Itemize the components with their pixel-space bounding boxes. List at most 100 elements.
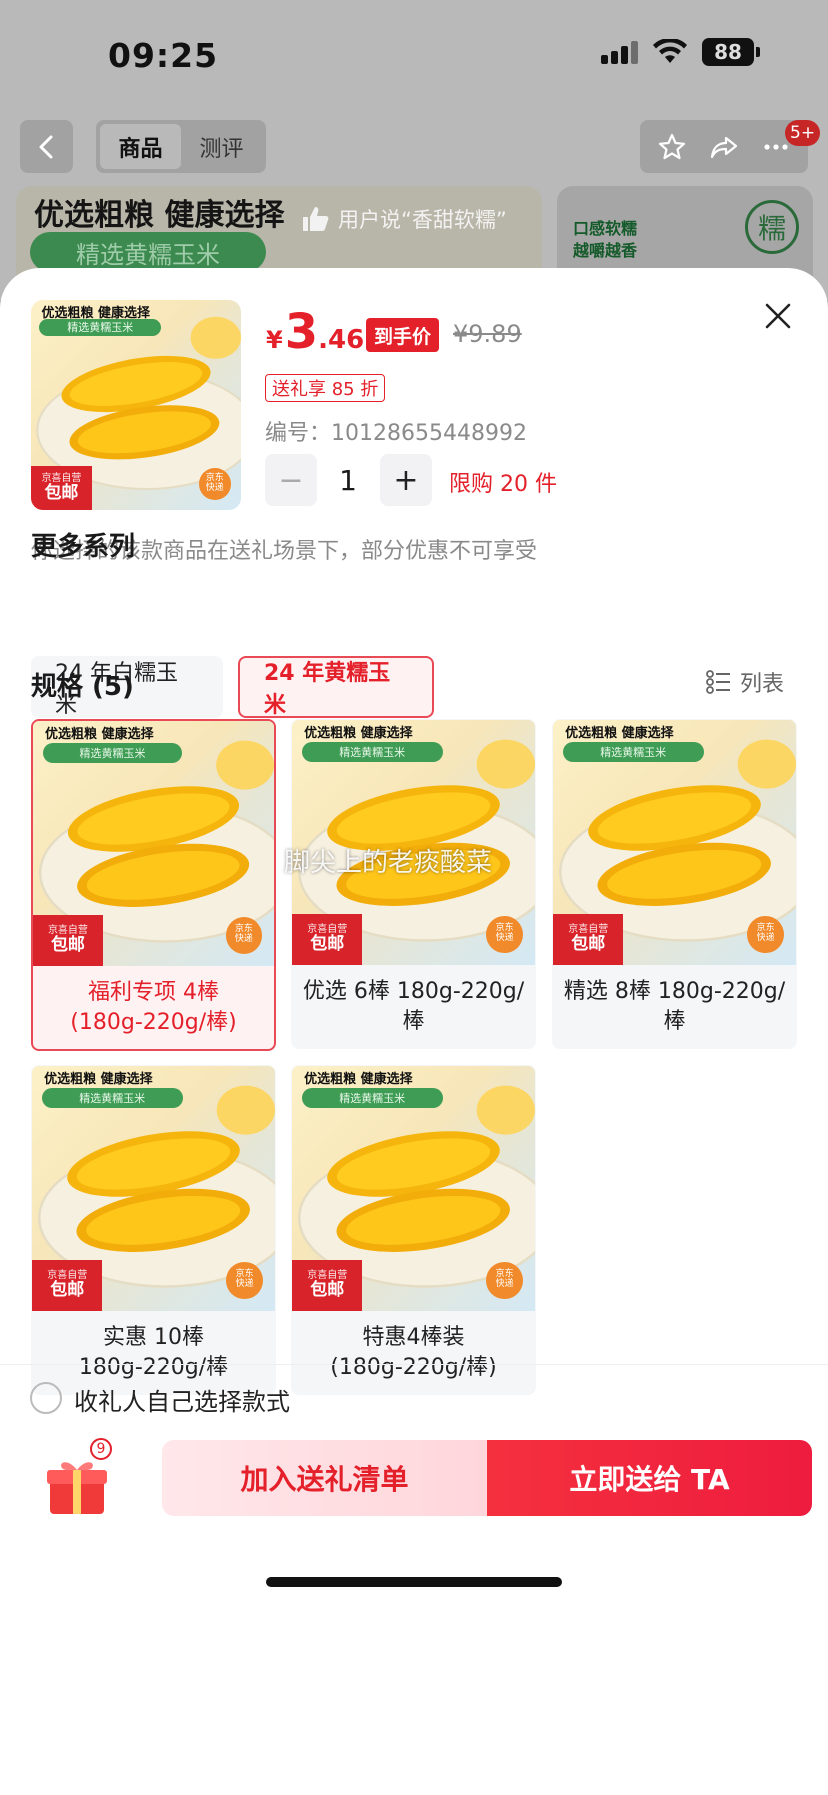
home-indicator <box>266 1577 562 1587</box>
spec-label: 优选 6棒 180g-220g/ 棒 <box>302 978 525 1034</box>
banner-right-text: 口感软糯 越嚼越香 <box>573 218 637 262</box>
quantity-value[interactable]: 1 <box>320 454 376 506</box>
nav-actions <box>640 120 808 173</box>
banner-subtitle: 精选黄糯玉米 <box>30 232 266 272</box>
corn-product-image: 优选粗粮 健康选择 精选黄糯玉米 京喜自营 包邮 京东 快递 <box>292 1066 535 1311</box>
list-view-label: 列表 <box>740 672 785 697</box>
product-image-text: 包邮 <box>310 1280 345 1301</box>
spec-card[interactable]: 优选粗粮 健康选择 精选黄糯玉米 京喜自营 包邮 京东 快递 福利专项 4棒 (1… <box>31 719 276 1051</box>
add-to-gift-list-button[interactable]: 加入送礼清单 <box>162 1440 487 1516</box>
nav-tabs: 商品 测评 <box>96 120 266 173</box>
thumbs-up-icon <box>303 207 329 231</box>
sku-bottom-sheet: 优选粗粮 健康选择 精选黄糯玉米 京喜自营 包邮 京东 快递 ¥ 3 .46 到手… <box>0 268 828 1795</box>
product-image-text: 精选黄糯玉米 <box>42 743 183 763</box>
product-image-text: 优选粗粮 健康选择 <box>44 1072 153 1088</box>
product-image-text: 优选粗粮 健康选择 <box>304 1072 413 1088</box>
send-gift-button[interactable]: 立即送给 TA <box>487 1440 812 1516</box>
product-image-text: 精选黄糯玉米 <box>301 742 443 762</box>
wifi-icon <box>653 39 687 63</box>
spec-card[interactable]: 优选粗粮 健康选择 精选黄糯玉米 京喜自营 包邮 京东 快递 精选 8棒 180g… <box>552 719 797 1049</box>
signal-icon <box>601 40 638 64</box>
product-image-text: 优选粗粮 健康选择 <box>565 726 674 742</box>
product-image-text: 京喜自营 <box>568 924 609 936</box>
series-title: 更多系列 <box>31 532 136 562</box>
spec-image: 优选粗粮 健康选择 精选黄糯玉米 京喜自营 包邮 京东 快递 <box>33 721 274 966</box>
product-image-text: 京东 快递 <box>226 1262 263 1299</box>
product-image-text: 京喜自营 <box>47 1270 88 1282</box>
price-decimal: .46 <box>318 325 365 355</box>
receiver-choose-label[interactable]: 收礼人自己选择款式 <box>74 1382 290 1417</box>
spec-card[interactable]: 优选粗粮 健康选择 精选黄糯玉米 京喜自营 包邮 京东 快递 特惠4棒装 (180… <box>291 1065 536 1395</box>
corn-product-image: 优选粗粮 健康选择 精选黄糯玉米 京喜自营 包邮 京东 快递 <box>553 720 796 965</box>
spec-card[interactable]: 优选粗粮 健康选择 精选黄糯玉米 京喜自营 包邮 京东 快递 优选 6棒 180g… <box>291 719 536 1049</box>
quantity-increase-button[interactable]: + <box>380 454 432 506</box>
final-price-tag: 到手价 <box>366 318 440 352</box>
price-integer: 3 <box>284 304 319 360</box>
banner-logo: 糯 <box>745 200 799 254</box>
gift-discount-tag: 送礼享 85 折 <box>265 374 386 402</box>
product-image-text: 京东 快递 <box>225 917 262 954</box>
product-image-text: 京东 快递 <box>199 468 231 500</box>
spec-image: 优选粗粮 健康选择 精选黄糯玉米 京喜自营 包邮 京东 快递 <box>292 1066 535 1311</box>
spec-label: 福利专项 4棒 (180g-220g/棒) <box>70 979 237 1035</box>
product-image-text: 精选黄糯玉米 <box>41 1088 183 1108</box>
chevron-left-icon <box>39 135 52 158</box>
status-icons: 88 <box>601 38 760 66</box>
close-icon <box>765 303 791 329</box>
product-image-text: 京喜自营 <box>41 473 82 485</box>
spec-label: 精选 8棒 180g-220g/ 棒 <box>563 978 786 1034</box>
original-price: ¥9.89 <box>453 320 522 348</box>
watermark-text: 脚尖上的老痰酸菜 <box>284 848 493 878</box>
product-image-text: 优选粗粮 健康选择 <box>304 726 413 742</box>
status-bar: 09:25 88 <box>0 0 828 110</box>
spec-title: 规格 (5) <box>31 672 134 702</box>
corn-product-image: 优选粗粮 健康选择 精选黄糯玉米 京喜自营 包邮 京东 快递 <box>31 300 241 510</box>
banner-review: 用户说“香甜软糯” <box>300 204 507 234</box>
back-button[interactable] <box>20 120 73 173</box>
footer-divider <box>0 1364 828 1365</box>
background-page: 09:25 88 商品 测评 5+ 优选粗粮 健康选择 精选黄糯玉米 用户说“香… <box>0 0 828 300</box>
product-image-text: 京东 快递 <box>747 916 784 953</box>
banner-title: 优选粗粮 健康选择 <box>34 198 285 233</box>
banner-review-text: 用户说“香甜软糯” <box>338 208 507 232</box>
quantity-decrease-button[interactable]: − <box>265 454 317 506</box>
share-icon[interactable] <box>709 132 739 162</box>
corn-product-image: 优选粗粮 健康选择 精选黄糯玉米 京喜自营 包邮 京东 快递 <box>33 721 274 966</box>
series-option-yellow[interactable]: 24 年黄糯玉米 <box>238 656 434 718</box>
product-image-text: 京东 快递 <box>486 1262 523 1299</box>
price-row: ¥ 3 .46 <box>266 304 364 360</box>
gift-list-badge: 9 <box>90 1438 112 1460</box>
close-button[interactable] <box>758 296 798 336</box>
status-time: 09:25 <box>108 36 219 75</box>
battery-icon: 88 <box>702 38 760 66</box>
spec-card[interactable]: 优选粗粮 健康选择 精选黄糯玉米 京喜自营 包邮 京东 快递 实惠 10棒 180… <box>31 1065 276 1395</box>
corn-product-image: 优选粗粮 健康选择 精选黄糯玉米 京喜自营 包邮 京东 快递 <box>32 1066 275 1311</box>
product-image-text: 京喜自营 <box>307 1270 348 1282</box>
product-image-text: 包邮 <box>571 934 606 955</box>
spec-image: 优选粗粮 健康选择 精选黄糯玉米 京喜自营 包邮 京东 快递 <box>32 1066 275 1311</box>
gift-box-icon[interactable] <box>44 1452 110 1518</box>
receiver-choose-checkbox[interactable] <box>30 1382 62 1414</box>
product-image-text: 包邮 <box>50 1280 85 1301</box>
tab-review[interactable]: 测评 <box>181 124 262 169</box>
purchase-limit: 限购 20 件 <box>449 472 557 497</box>
price-currency: ¥ <box>266 326 283 354</box>
product-image-text: 京喜自营 <box>307 924 348 936</box>
product-image-text: 精选黄糯玉米 <box>562 742 704 762</box>
banner-right-text-2: 越嚼越香 <box>573 241 638 260</box>
sku-number: 编号：10128655448992 <box>265 421 527 446</box>
banner-right-text-1: 口感软糯 <box>573 219 638 238</box>
product-thumbnail[interactable]: 优选粗粮 健康选择 精选黄糯玉米 京喜自营 包邮 京东 快递 <box>31 300 241 510</box>
product-image-text: 京东 快递 <box>486 916 523 953</box>
list-icon <box>706 670 730 694</box>
star-icon[interactable] <box>657 132 687 162</box>
list-view-toggle[interactable]: 列表 <box>706 666 784 698</box>
product-image-text: 包邮 <box>310 934 345 955</box>
product-image-text: 精选黄糯玉米 <box>301 1088 443 1108</box>
product-image-text: 优选粗粮 健康选择 <box>45 727 154 743</box>
tab-product[interactable]: 商品 <box>100 124 181 169</box>
product-image-text: 包邮 <box>44 483 79 504</box>
product-image-text: 精选黄糯玉米 <box>39 318 162 336</box>
spec-image: 优选粗粮 健康选择 精选黄糯玉米 京喜自营 包邮 京东 快递 <box>553 720 796 965</box>
product-image-text: 包邮 <box>50 935 85 956</box>
